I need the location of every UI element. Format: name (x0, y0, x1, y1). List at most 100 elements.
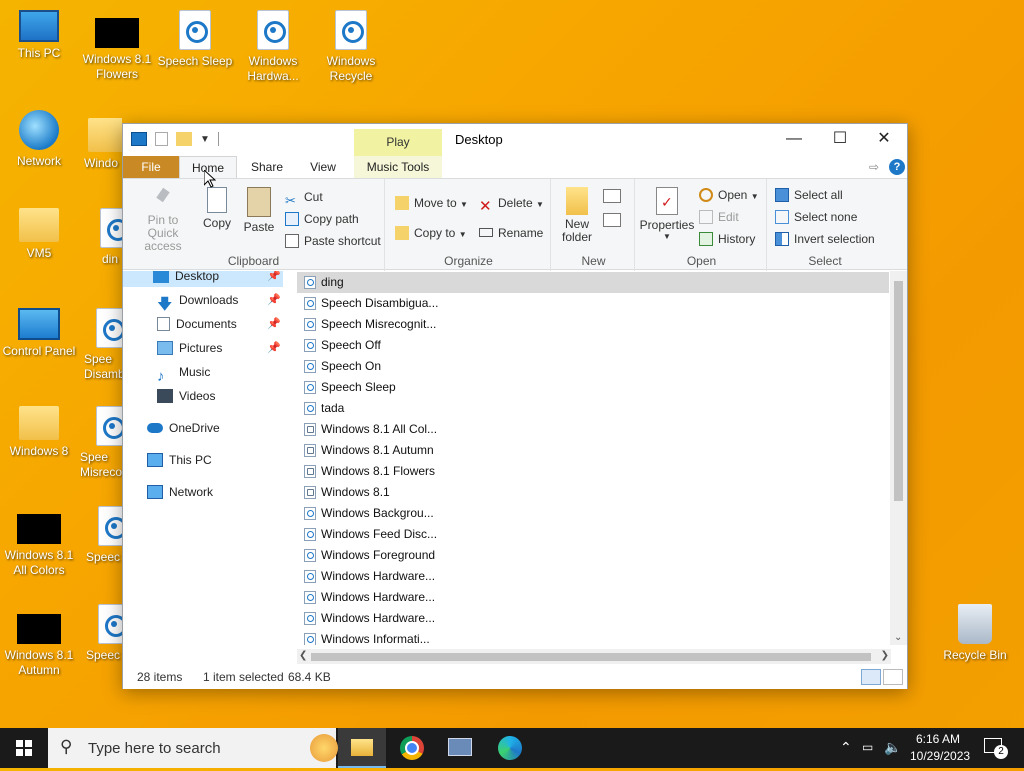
file-row[interactable]: Windows 8.1 Flowers (297, 461, 889, 482)
file-row[interactable]: Windows 8.1 Autumn (297, 440, 889, 461)
window-icon[interactable] (131, 132, 147, 146)
cut-button[interactable]: ✂ Cut (285, 187, 323, 208)
vertical-scrollbar[interactable]: ⌄ (890, 271, 907, 645)
desktop-icon-network[interactable]: Network (0, 110, 78, 169)
select-all-button[interactable]: Select all (775, 185, 843, 205)
file-row[interactable]: ding (297, 272, 889, 293)
qat-dropdown-icon[interactable]: ▼ (200, 134, 210, 145)
desktop-icon-spee4[interactable]: Speec (86, 604, 122, 663)
nav-item-network[interactable]: Network (147, 481, 213, 503)
file-row[interactable]: Windows 8.1 (297, 482, 889, 503)
pin-icon[interactable]: 📌 (267, 341, 281, 354)
desktop-icon-win-recycle[interactable]: Windows Recycle (312, 10, 390, 84)
new-item-icon[interactable] (603, 189, 621, 203)
horizontal-scrollbar[interactable]: ❮ ❯ (297, 649, 891, 664)
new-folder-qat-icon[interactable] (176, 132, 192, 146)
copy-path-button[interactable]: Copy path (285, 209, 359, 229)
taskbar-file-explorer[interactable] (338, 728, 386, 768)
desktop-icon-vm5[interactable]: VM5 (0, 208, 78, 261)
large-icons-view-button[interactable] (883, 669, 903, 685)
invert-selection-button[interactable]: Invert selection (775, 229, 875, 249)
desktop-icon-win81-allcolors[interactable]: Windows 8.1 All Colors (0, 514, 78, 578)
file-row[interactable]: tada (297, 398, 889, 419)
rename-button[interactable]: Rename (479, 223, 543, 243)
notification-center-button[interactable]: 2 (976, 728, 1024, 768)
start-button[interactable] (0, 728, 48, 768)
scrollbar-thumb[interactable] (894, 281, 903, 501)
desktop-icon-windows8[interactable]: Windows 8 (0, 406, 78, 459)
desktop-icon-spee-disam[interactable]: Spee Disamb (84, 308, 122, 382)
taskbar-chrome[interactable] (388, 728, 436, 768)
file-row[interactable]: Windows Feed Disc... (297, 524, 889, 545)
history-button[interactable]: History (699, 229, 755, 249)
pin-ribbon-icon[interactable]: ⇨ (865, 156, 883, 178)
nav-item-pictures[interactable]: Pictures (157, 337, 222, 359)
desktop-icon-din-partial[interactable]: din (96, 208, 122, 267)
clock-time[interactable]: 6:16 AM (916, 732, 960, 746)
pin-icon[interactable]: 📌 (267, 317, 281, 330)
edit-button[interactable]: Edit (699, 207, 739, 227)
nav-item-videos[interactable]: Videos (157, 385, 215, 407)
nav-item-documents[interactable]: Documents (157, 313, 237, 335)
taskbar-search-box[interactable]: ⚲ Type here to search (48, 728, 338, 768)
desktop-icon-window-partial[interactable]: Windo (78, 118, 122, 171)
delete-button[interactable]: ✕ Delete ▼ (479, 193, 544, 215)
pin-to-quick-access-button[interactable]: Pin to Quick access (129, 187, 197, 253)
file-row[interactable]: Windows Hardware... (297, 608, 889, 629)
desktop-icon-control-panel[interactable]: Control Panel (0, 308, 78, 359)
properties-qat-icon[interactable] (155, 132, 168, 146)
taskbar-network-app[interactable] (436, 728, 484, 768)
show-hidden-icons-icon[interactable]: ⌃ (840, 739, 852, 756)
paste-button[interactable]: Paste (239, 187, 279, 234)
help-icon[interactable]: ? (889, 159, 905, 175)
file-row[interactable]: Windows Foreground (297, 545, 889, 566)
desktop-icon-win81-flowers[interactable]: Windows 8.1 Flowers (78, 18, 156, 82)
taskbar-edge[interactable] (486, 728, 534, 768)
desktop-icon-spee-misrec[interactable]: Spee Misreco (80, 406, 122, 480)
scroll-right-icon[interactable]: ❯ (881, 650, 889, 661)
tab-file[interactable]: File (123, 156, 179, 178)
minimize-button[interactable]: — (771, 124, 817, 154)
copy-button[interactable]: Copy (199, 187, 235, 230)
volume-muted-icon[interactable]: 🔈 (884, 739, 901, 756)
file-row[interactable]: Windows Informati... (297, 629, 889, 645)
file-row[interactable]: Windows 8.1 All Col... (297, 419, 889, 440)
desktop-icon-win81-autumn[interactable]: Windows 8.1 Autumn (0, 614, 78, 678)
title-bar[interactable]: ▼ Play Desktop — ☐ ✕ (123, 124, 907, 156)
file-row[interactable]: Speech On (297, 356, 889, 377)
file-row[interactable]: Windows Hardware... (297, 566, 889, 587)
nav-item-downloads[interactable]: 🡇 Downloads (157, 289, 238, 313)
tab-view[interactable]: View (295, 156, 351, 178)
desktop-icon-win-hardware[interactable]: Windows Hardwa... (234, 10, 312, 84)
file-row[interactable]: Speech Off (297, 335, 889, 356)
select-none-button[interactable]: Select none (775, 207, 857, 227)
tab-share[interactable]: Share (239, 156, 295, 178)
network-status-icon[interactable]: ▭ (862, 740, 873, 754)
clock-date[interactable]: 10/29/2023 (910, 749, 970, 763)
desktop-icon-spee3[interactable]: Speec (86, 506, 122, 565)
new-folder-button[interactable]: New folder (557, 187, 597, 244)
desktop-icon-speech-sleep[interactable]: Speech Sleep (156, 10, 234, 69)
paste-shortcut-button[interactable]: Paste shortcut (285, 231, 381, 251)
desktop-icon-recycle-bin[interactable]: Recycle Bin (936, 604, 1014, 663)
desktop-icon-this-pc[interactable]: This PC (0, 10, 78, 61)
close-button[interactable]: ✕ (861, 124, 907, 154)
easy-access-icon[interactable] (603, 213, 621, 227)
scroll-left-icon[interactable]: ❮ (299, 650, 307, 661)
details-view-button[interactable] (861, 669, 881, 685)
nav-item-onedrive[interactable]: OneDrive (147, 417, 220, 439)
file-row[interactable]: Speech Misrecognit... (297, 314, 889, 335)
open-button[interactable]: Open ▼ (699, 185, 759, 205)
scroll-down-icon[interactable]: ⌄ (894, 632, 902, 643)
move-to-button[interactable]: Move to ▼ (395, 193, 468, 213)
nav-item-music[interactable]: ♪ Music (157, 361, 210, 385)
copy-to-button[interactable]: Copy to ▼ (395, 223, 467, 243)
file-row[interactable]: Speech Sleep (297, 377, 889, 398)
pin-icon[interactable]: 📌 (267, 293, 281, 306)
pin-icon[interactable]: 📌 (267, 271, 281, 282)
file-row[interactable]: Speech Disambigua... (297, 293, 889, 314)
nav-item-desktop[interactable]: Desktop (153, 271, 219, 287)
file-row[interactable]: Windows Hardware... (297, 587, 889, 608)
file-row[interactable]: Windows Backgrou... (297, 503, 889, 524)
tab-music-tools[interactable]: Music Tools (354, 156, 442, 178)
